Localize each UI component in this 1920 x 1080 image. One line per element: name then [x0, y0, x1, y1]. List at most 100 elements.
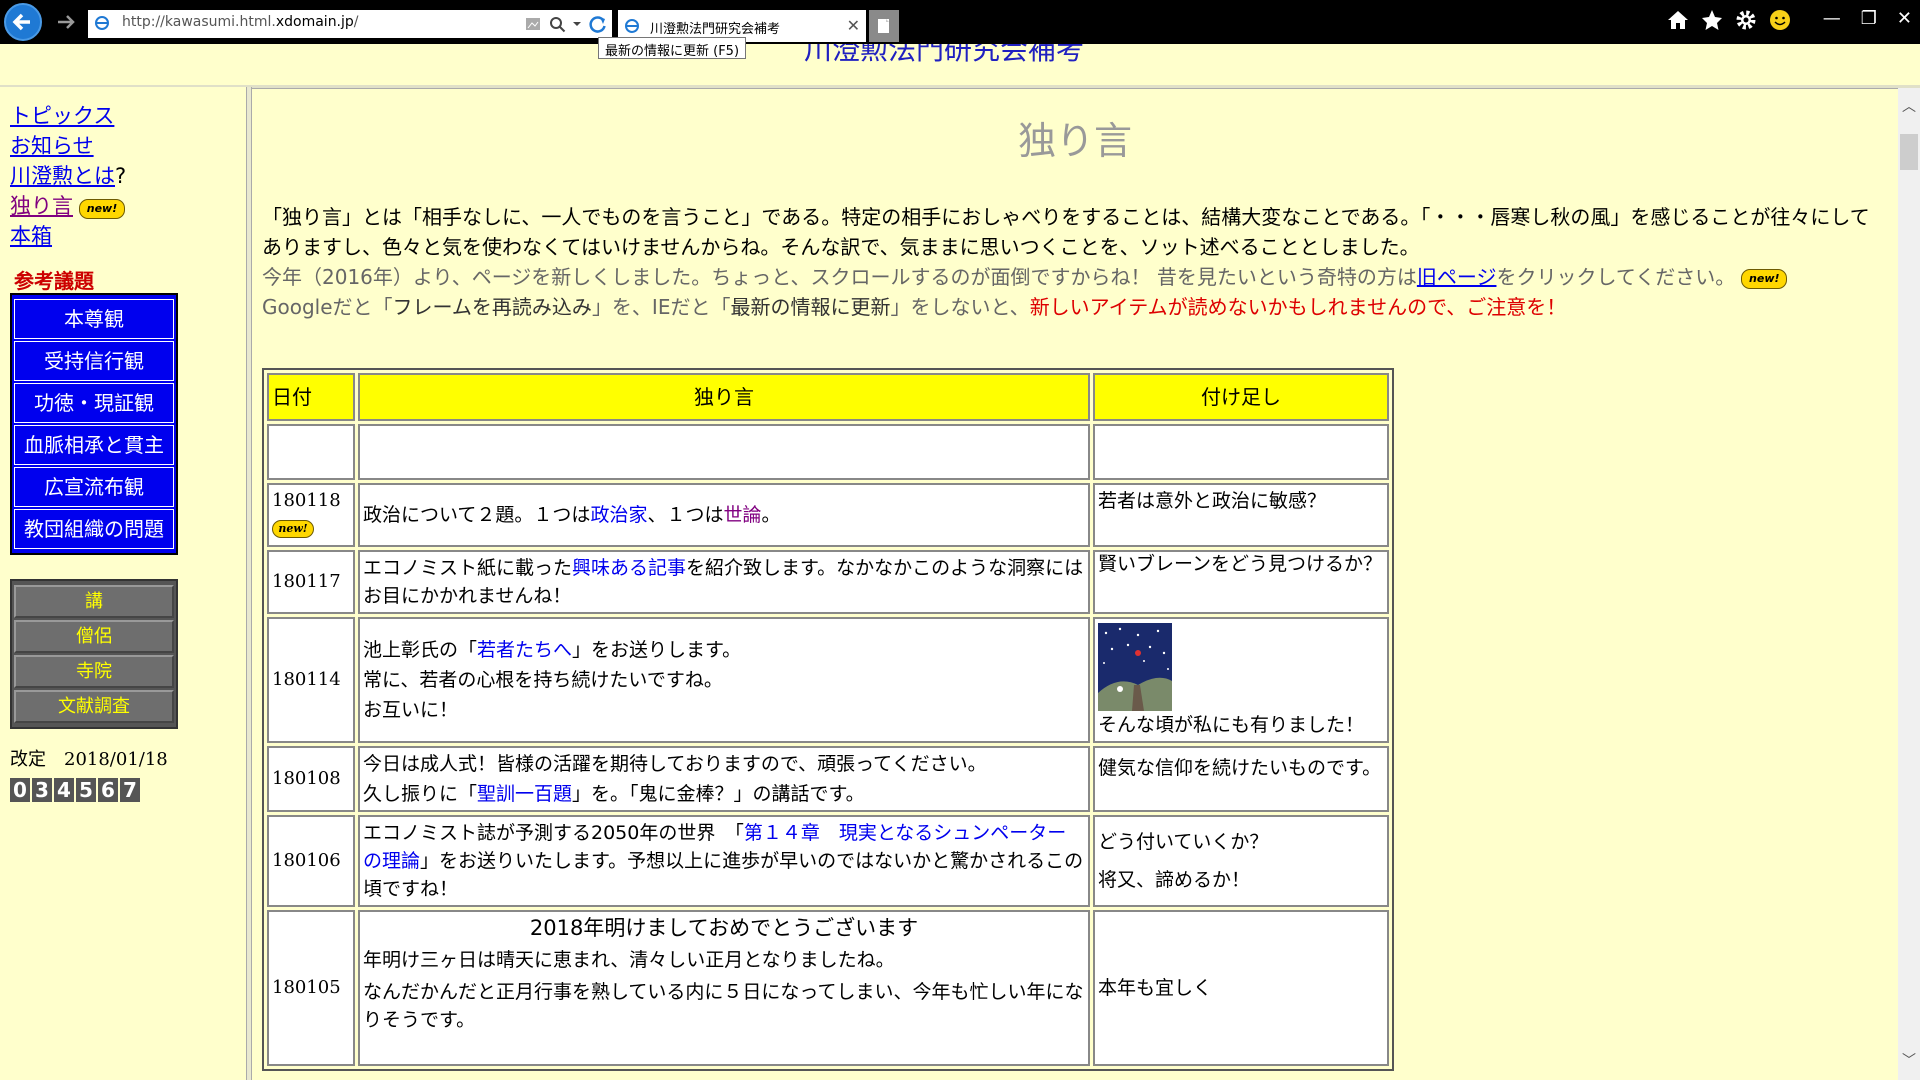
intro-3-text: Googleだと「	[262, 295, 393, 319]
link-interesting-article[interactable]: 興味ある記事	[572, 557, 686, 579]
row-text-part: 久し振りに「	[363, 783, 478, 805]
dropdown-icon[interactable]	[572, 15, 582, 33]
table-cell	[267, 424, 355, 480]
old-page-link[interactable]: 旧ページ	[1417, 265, 1497, 289]
restore-icon[interactable]: ❐	[1861, 8, 1877, 29]
url-text[interactable]: http://kawasumi.html.xdomain.jp/	[122, 14, 359, 30]
table-row: 180114 池上彰氏の「若者たちへ」をお送りします。 常に、若者の心根を持ち続…	[267, 617, 1389, 743]
revised-date: 改定 2018/01/18	[10, 745, 168, 771]
smiley-feedback-icon[interactable]	[1768, 8, 1792, 32]
menu-item-bunken[interactable]: 文献調査	[14, 690, 174, 723]
nav-link-about[interactable]: 川澄勲とは	[10, 164, 115, 188]
row-note-line: 将又、諦めるか！	[1098, 869, 1251, 891]
refresh-icon[interactable]	[588, 14, 608, 34]
intro-3-reload-frame: フレームを再読み込み	[392, 295, 592, 319]
toolbar-icons	[1666, 8, 1792, 32]
close-tab-icon[interactable]: ✕	[847, 16, 860, 35]
nav-item-monologue: 独り言 new!	[10, 191, 126, 221]
row-text-part: 池上彰氏の「	[363, 639, 478, 661]
counter-digit: 6	[98, 778, 118, 802]
menu-item-soryo[interactable]: 僧侶	[14, 620, 174, 653]
main-content-frame: 独り言 「独り言」とは「相手なしに、一人でものを言うこと」である。特定の相手にお…	[252, 88, 1898, 1080]
row-text: エコノミスト紙に載った興味ある記事を紹介致します。なかなかこのような洞察にはお目…	[358, 550, 1090, 614]
row-date: 180118 new!	[267, 483, 355, 547]
vertical-scrollbar[interactable]: ︿ ﹀	[1898, 88, 1920, 1080]
scroll-down-arrow-icon[interactable]: ﹀	[1898, 1050, 1920, 1072]
menu-item-honzon[interactable]: 本尊観	[14, 299, 174, 339]
intro-2-text-b: をクリックしてください。	[1496, 265, 1736, 289]
search-icon[interactable]	[548, 15, 566, 33]
row-text-part: 。	[761, 504, 781, 526]
row-line: 久し振りに「聖訓一百題」を。「鬼に金棒？」の講話です。	[363, 780, 1085, 808]
counter-digit: 7	[120, 778, 140, 802]
link-seikun-hyakudai[interactable]: 聖訓一百題	[477, 783, 572, 805]
row-date: 180114	[267, 617, 355, 743]
table-row: 180117 エコノミスト紙に載った興味ある記事を紹介致します。なかなかこのよう…	[267, 550, 1389, 614]
nav-link-bookshelf[interactable]: 本箱	[10, 221, 126, 251]
row-note: そんな頃が私にも有りました！	[1093, 617, 1389, 743]
gear-icon[interactable]	[1734, 8, 1758, 32]
row-title: 2018年明けましておめでとうございます	[529, 916, 919, 940]
row-text: エコノミスト誌が予測する2050年の世界 「第１４章 現実となるシュンペーターの…	[358, 815, 1090, 907]
menu-item-kosen-rufu[interactable]: 広宣流布観	[14, 467, 174, 507]
compat-view-icon[interactable]	[524, 15, 542, 33]
menu-item-kudoku[interactable]: 功徳・現証観	[14, 383, 174, 423]
favorites-star-icon[interactable]	[1700, 8, 1724, 32]
close-window-icon[interactable]: ✕	[1897, 8, 1912, 29]
tab-title: 川澄勲法門研究会補考	[650, 22, 781, 37]
top-frame: 川澄勲法門研究会補考	[0, 44, 1920, 85]
counter-digit: 0	[10, 778, 30, 802]
row-line: 年明け三ヶ日は晴天に恵まれ、清々しい正月となりましたね。	[363, 949, 895, 971]
night-sky-illustration	[1098, 623, 1172, 711]
row-note: 健気な信仰を続けたいものです。	[1093, 746, 1389, 812]
menu-item-kyodan[interactable]: 教団組織の問題	[14, 509, 174, 549]
nav-link-news[interactable]: お知らせ	[10, 131, 126, 161]
intro-text: 「独り言」とは「相手なしに、一人でものを言うこと」である。特定の相手におしゃべり…	[262, 202, 1882, 322]
url-suffix: /	[353, 14, 359, 30]
scroll-up-arrow-icon[interactable]: ︿	[1898, 96, 1920, 118]
row-note: 本年も宜しく	[1093, 910, 1389, 1066]
table-row: 180106 エコノミスト誌が予測する2050年の世界 「第１４章 現実となるシ…	[267, 815, 1389, 907]
intro-2-text-a: 今年（2016年）より、ページを新しくしました。ちょっと、スクロールするのが面倒…	[262, 265, 1417, 289]
site-title: 川澄勲法門研究会補考	[804, 44, 1085, 66]
row-text-part: 政治について２題。１つは	[363, 504, 591, 526]
menu-item-ko[interactable]: 講	[14, 585, 174, 618]
counter-digit: 5	[76, 778, 96, 802]
address-bar[interactable]: http://kawasumi.html.xdomain.jp/	[88, 10, 612, 38]
header-monologue: 独り言	[358, 373, 1090, 421]
new-tab-button[interactable]	[869, 10, 899, 42]
section-heading-reference: 参考議題	[14, 269, 94, 293]
counter-digit: 4	[54, 778, 74, 802]
forward-button[interactable]	[54, 10, 78, 34]
menu-item-juji-shingyo[interactable]: 受持信行観	[14, 341, 174, 381]
table-row: 180118 new! 政治について２題。１つは政治家、１つは世論。 若者は意外と…	[267, 483, 1389, 547]
home-icon[interactable]	[1666, 8, 1690, 32]
scroll-thumb[interactable]	[1900, 134, 1918, 170]
row-text-part: エコノミスト紙に載った	[363, 557, 573, 579]
row-date: 180117	[267, 550, 355, 614]
menu-item-kechimyaku[interactable]: 血脈相承と貫主	[14, 425, 174, 465]
revised-value: 2018/01/18	[64, 749, 168, 770]
browser-chrome: http://kawasumi.html.xdomain.jp/ 川澄勲法門研究…	[0, 0, 1920, 44]
back-button[interactable]	[4, 3, 42, 41]
link-public-opinion[interactable]: 世論	[723, 504, 761, 526]
row-note: どう付いていくか？ 将又、諦めるか！	[1093, 815, 1389, 907]
minimize-icon[interactable]: —	[1823, 8, 1841, 29]
menu-item-jiin[interactable]: 寺院	[14, 655, 174, 688]
intro-paragraph-1: 「独り言」とは「相手なしに、一人でものを言うこと」である。特定の相手におしゃべり…	[262, 205, 1870, 259]
link-politicians[interactable]: 政治家	[590, 504, 647, 526]
table-cell	[358, 424, 1090, 480]
nav-link-topics[interactable]: トピックス	[10, 101, 126, 131]
back-arrow-icon	[12, 13, 30, 31]
nav-link-monologue[interactable]: 独り言	[10, 194, 73, 218]
intro-paragraph-2: 今年（2016年）より、ページを新しくしました。ちょっと、スクロールするのが面倒…	[262, 262, 1882, 292]
new-badge: new!	[79, 198, 125, 219]
new-tab-icon	[878, 19, 889, 33]
monologue-table: 日付 独り言 付け足し 180118 new! 政治について２題。１つは政治家、１…	[262, 368, 1394, 1071]
table-row: 180108 今日は成人式！皆様の活躍を期待しておりますので、頑張ってください。…	[267, 746, 1389, 812]
row-note-line: どう付いていくか？	[1098, 831, 1269, 853]
row-note-text: そんな頃が私にも有りました！	[1098, 714, 1365, 736]
intro-3-refresh: 最新の情報に更新	[730, 295, 891, 319]
row-line: 今日は成人式！皆様の活躍を期待しておりますので、頑張ってください。	[363, 753, 987, 775]
link-to-young-people[interactable]: 若者たちへ	[477, 639, 572, 661]
